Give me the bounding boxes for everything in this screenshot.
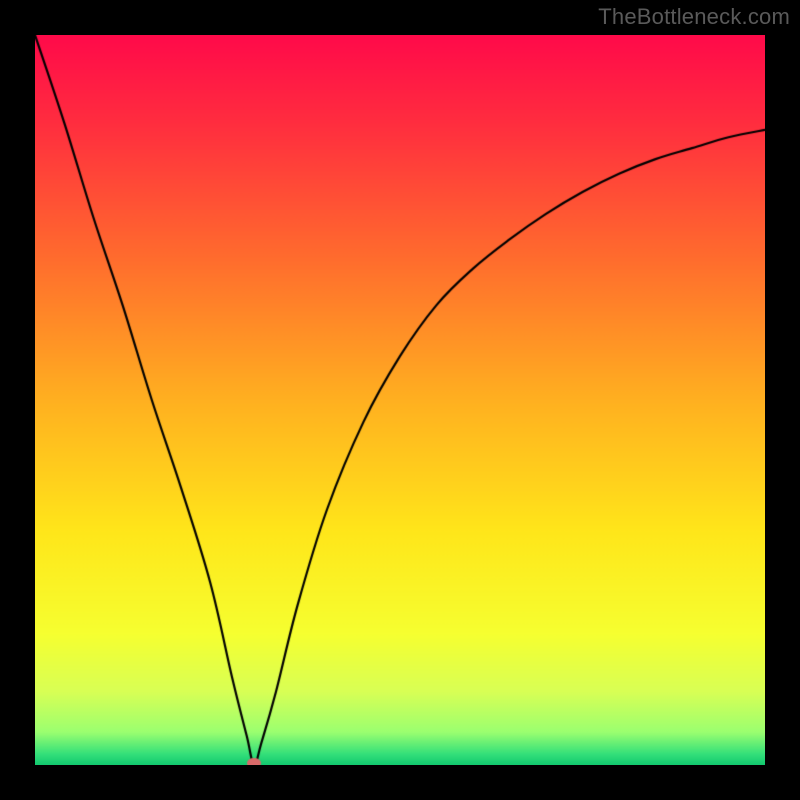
chart-frame: TheBottleneck.com [0,0,800,800]
watermark-text: TheBottleneck.com [598,4,790,30]
bottleneck-curve [35,35,765,765]
plot-area [35,35,765,765]
